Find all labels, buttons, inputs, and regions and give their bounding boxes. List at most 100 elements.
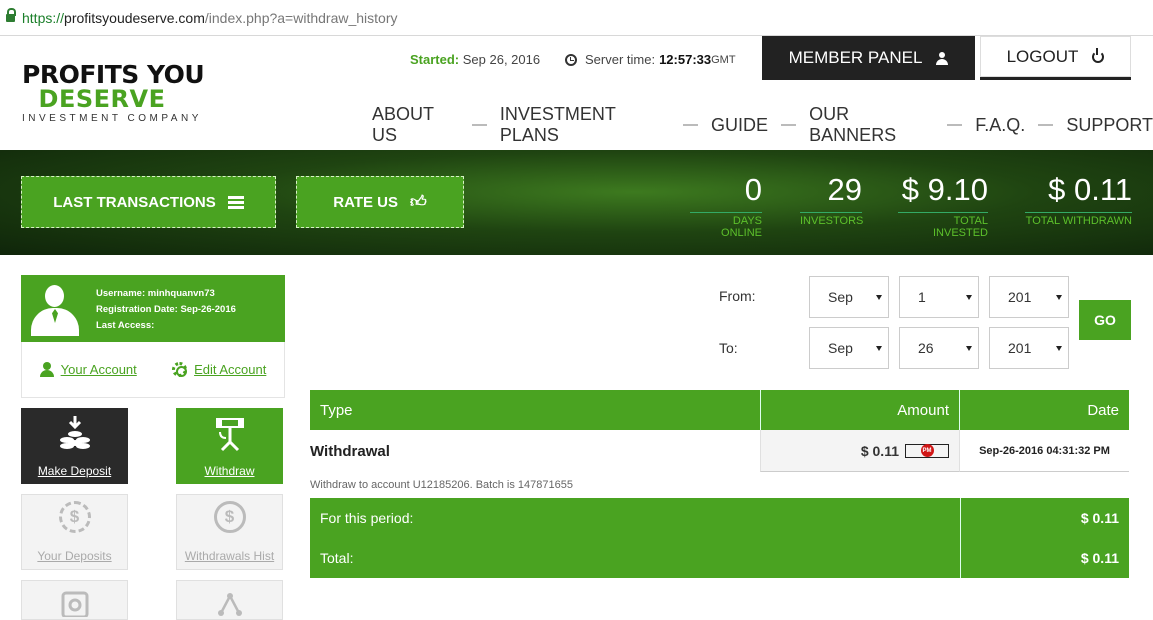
column-header-type: Type xyxy=(320,401,353,419)
profile-last-access: Last Access: xyxy=(96,320,155,331)
account-links: Your Account Edit Account xyxy=(21,342,285,398)
from-year-select[interactable]: 201 xyxy=(989,276,1069,318)
power-icon xyxy=(1092,47,1105,63)
stat-total-withdrawn: $ 0.11 TOTAL WITHDRAWN xyxy=(1025,170,1132,227)
logo-line-1: PROFITS YOU xyxy=(22,60,205,89)
stat-investors: 29 INVESTORS xyxy=(800,170,863,227)
stat-days-online: 0 DAYS ONLINE xyxy=(690,170,762,239)
nav-item-guide[interactable]: GUIDE xyxy=(711,115,768,136)
nav-item-support[interactable]: SUPPORT xyxy=(1066,115,1153,136)
gear-icon xyxy=(172,362,188,377)
settings-tile[interactable] xyxy=(21,580,128,620)
withdrawals-history-label: Withdrawals Hist xyxy=(184,549,275,563)
person-icon xyxy=(39,362,54,377)
started-label: Started: xyxy=(410,52,460,67)
nav-separator xyxy=(1038,124,1054,126)
pm-badge-text: PM xyxy=(920,444,934,457)
period-value: $ 0.11 xyxy=(960,498,1129,538)
url-path: /index.php?a=withdraw_history xyxy=(204,9,398,26)
period-label: For this period: xyxy=(320,510,414,526)
dollar-cycle-icon: $ xyxy=(58,501,91,533)
period-summary-row: For this period: $ 0.11 xyxy=(310,498,1129,538)
server-time: Server time: 12:57:33 GMT xyxy=(565,52,736,67)
server-time-zone: GMT xyxy=(711,53,736,66)
last-transactions-button[interactable]: LAST TRANSACTIONS xyxy=(21,176,276,228)
perfect-money-badge: PM xyxy=(905,443,949,458)
your-deposits-tile[interactable]: $ Your Deposits xyxy=(21,494,128,570)
main-nav: ABOUT US INVESTMENT PLANS GUIDE OUR BANN… xyxy=(372,104,1153,146)
to-year-select[interactable]: 201 xyxy=(989,327,1069,369)
column-header-date: Date xyxy=(1087,401,1119,419)
avatar xyxy=(29,283,81,336)
nav-item-our-banners[interactable]: OUR BANNERS xyxy=(809,104,934,146)
withdrawals-history-tile[interactable]: $ Withdrawals Hist xyxy=(176,494,283,570)
from-label: From: xyxy=(719,288,756,304)
stat-total-invested: $ 9.10 TOTAL INVESTED xyxy=(898,170,988,239)
rate-us-button[interactable]: RATE US 👍︎ xyxy=(296,176,464,228)
list-icon xyxy=(227,195,244,209)
go-button[interactable]: GO xyxy=(1079,300,1131,340)
your-account-link[interactable]: Your Account xyxy=(39,362,137,377)
withdraw-tile[interactable]: Withdraw xyxy=(176,408,283,484)
started-value: Sep 26, 2016 xyxy=(462,52,541,67)
stat-value: 29 xyxy=(827,172,862,207)
coins-deposit-icon xyxy=(57,414,93,455)
your-deposits-label: Your Deposits xyxy=(37,549,112,563)
rate-us-label: RATE US xyxy=(333,193,398,211)
stat-label: TOTAL WITHDRAWN xyxy=(1025,212,1132,227)
member-panel-button[interactable]: MEMBER PANEL xyxy=(762,36,975,80)
amount-value: $ 0.11 xyxy=(860,442,899,459)
cell-date: Sep-26-2016 04:31:32 PM xyxy=(960,430,1129,472)
edit-account-label: Edit Account xyxy=(194,362,267,377)
total-value: $ 0.11 xyxy=(960,538,1129,578)
make-deposit-tile[interactable]: Make Deposit xyxy=(21,408,128,484)
profile-username: Username: minhquanvn73 xyxy=(96,288,215,299)
table-row: Withdrawal $ 0.11 PM Sep-26-2016 04:31:3… xyxy=(310,430,1129,472)
site-header: PROFITS YOU DESERVE INVESTMENT COMPANY S… xyxy=(0,36,1153,150)
profile-card: Username: minhquanvn73 Registration Date… xyxy=(21,275,285,342)
edit-account-link[interactable]: Edit Account xyxy=(172,362,266,377)
withdraw-history-table: Type Amount Date Withdrawal $ 0.11 PM Se… xyxy=(310,390,1129,578)
network-icon xyxy=(215,587,245,620)
lock-icon xyxy=(6,7,16,23)
table-header: Type Amount Date xyxy=(310,390,1129,430)
nav-item-investment-plans[interactable]: INVESTMENT PLANS xyxy=(500,104,670,146)
nav-separator xyxy=(682,124,699,126)
server-time-value: 12:57:33 xyxy=(659,52,712,67)
referrals-tile[interactable] xyxy=(176,580,283,620)
stat-label: INVESTORS xyxy=(800,212,863,227)
dollar-circle-icon: $ xyxy=(213,501,246,533)
stat-value: 0 xyxy=(744,172,762,207)
thumbs-up-icon: 👍︎ xyxy=(410,193,427,211)
to-month-select[interactable]: Sep xyxy=(809,327,889,369)
logout-button[interactable]: LOGOUT xyxy=(980,36,1131,80)
site-logo[interactable]: PROFITS YOU DESERVE INVESTMENT COMPANY xyxy=(22,62,222,124)
to-day-select[interactable]: 26 xyxy=(899,327,979,369)
profile-info: Username: minhquanvn73 Registration Date… xyxy=(96,286,236,334)
stats-banner: LAST TRANSACTIONS RATE US 👍︎ 0 DAYS ONLI… xyxy=(0,150,1153,255)
nav-separator xyxy=(781,124,797,126)
logo-tagline: INVESTMENT COMPANY xyxy=(22,113,202,124)
nav-separator xyxy=(471,124,487,126)
stat-label: DAYS ONLINE xyxy=(690,212,762,239)
settings-box-icon xyxy=(60,587,90,620)
total-label: Total: xyxy=(320,550,354,566)
to-label: To: xyxy=(719,340,738,356)
started-date: Started: Sep 26, 2016 xyxy=(410,52,540,67)
logout-label: LOGOUT xyxy=(1006,46,1079,66)
url-host: profitsyoudeserve.com xyxy=(64,9,205,26)
member-panel-label: MEMBER PANEL xyxy=(788,48,923,67)
logo-line-2: DESERVE xyxy=(38,85,166,113)
stat-label: TOTAL INVESTED xyxy=(898,212,988,239)
browser-url-bar[interactable]: https:// profitsyoudeserve.com /index.ph… xyxy=(0,0,1153,36)
nav-separator xyxy=(947,124,963,126)
profile-registration-date: Registration Date: Sep-26-2016 xyxy=(96,304,236,315)
from-month-select[interactable]: Sep xyxy=(809,276,889,318)
nav-item-about-us[interactable]: ABOUT US xyxy=(372,104,459,146)
withdraw-icon xyxy=(212,414,248,455)
user-icon xyxy=(936,51,949,65)
from-day-select[interactable]: 1 xyxy=(899,276,979,318)
server-time-label: Server time: xyxy=(585,52,656,67)
clock-icon xyxy=(565,53,577,66)
nav-item-faq[interactable]: F.A.Q. xyxy=(975,115,1025,136)
